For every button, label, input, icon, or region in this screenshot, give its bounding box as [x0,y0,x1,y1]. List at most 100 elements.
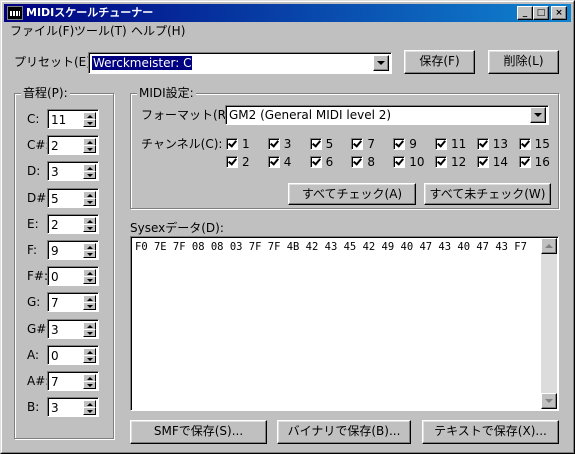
pitch-spinbox[interactable]: 0 [47,344,99,365]
spin-down-icon[interactable] [83,302,96,311]
spin-down-icon[interactable] [83,354,96,363]
format-value: GM2 (General MIDI level 2) [229,108,392,122]
save-text-button[interactable]: テキストで保存(X)... [422,420,559,444]
spin-buttons[interactable] [83,400,96,416]
channel-checkbox[interactable] [226,138,238,150]
pitch-value: 3 [51,165,59,180]
preset-combobox[interactable]: Werckmeister: C [88,52,392,74]
channel-checkbox[interactable] [309,156,322,168]
app-window: MIDIスケールチューナー _ □ × ファイル(F) ツール(T) ヘルプ(H… [0,0,575,454]
close-button[interactable]: × [551,6,567,20]
sysex-scrollbar[interactable] [541,238,557,409]
channel-checkbox[interactable] [518,138,531,150]
chevron-down-icon[interactable] [530,107,546,123]
pitch-note-label: A#: [27,374,50,388]
menu-tools[interactable]: ツール(T) [74,23,127,39]
channel-checkbox[interactable] [267,138,280,150]
spin-down-icon[interactable] [83,171,96,180]
pitch-note-label: A: [27,347,40,362]
channel-label: 4 [283,155,292,169]
spin-down-icon[interactable] [83,197,96,206]
pitch-spinbox[interactable]: 5 [47,187,99,208]
channel-label: 5 [325,137,334,151]
pitch-value: 3 [51,401,59,416]
pitch-value: 11 [51,113,67,127]
channel-checkbox[interactable] [351,138,364,150]
spin-buttons[interactable] [83,347,96,363]
spin-buttons[interactable] [83,112,96,127]
spin-down-icon[interactable] [83,276,96,285]
pitch-spinbox[interactable]: 7 [47,371,99,391]
channel-checkbox[interactable] [267,156,280,168]
preset-selected-value: Werckmeister: C [92,56,193,70]
spin-down-icon[interactable] [83,328,96,337]
pitch-spinbox[interactable]: 11 [47,109,99,129]
channel-checkbox[interactable] [476,156,489,168]
spin-down-icon[interactable] [83,223,96,232]
spin-down-icon[interactable] [83,407,96,416]
channel-label: 14 [492,155,509,169]
spin-buttons[interactable] [83,295,96,311]
uncheck-all-button[interactable]: すべて未チェック(W) [424,183,551,205]
channel-checkbox[interactable] [476,138,489,150]
pitch-note-label: F#: [27,269,48,284]
minimize-button[interactable]: _ [517,6,533,20]
delete-preset-button[interactable]: 削除(L) [488,50,559,74]
save-binary-button[interactable]: バイナリで保存(B)... [277,420,411,444]
spin-buttons[interactable] [83,164,96,180]
channel-label: 11 [451,137,467,151]
channel-checkbox[interactable] [226,156,238,168]
pitch-spinbox[interactable]: 0 [47,266,99,287]
pitch-value: 7 [51,296,59,311]
menu-bar: ファイル(F) ツール(T) ヘルプ(H) [4,22,571,40]
channel-label: 10 [409,155,425,169]
pitch-group-title: 音程(P): [21,86,70,100]
pitch-spinbox[interactable]: 2 [47,135,99,156]
pitch-note-label: C: [27,112,40,126]
spin-buttons[interactable] [83,374,96,389]
channel-label: 12 [451,155,467,169]
spin-buttons[interactable] [83,190,96,206]
chevron-down-icon[interactable] [373,55,389,71]
scroll-up-icon[interactable] [541,238,557,254]
save-smf-button[interactable]: SMFで保存(S)... [130,420,267,444]
pitch-spinbox[interactable]: 3 [47,397,99,418]
scroll-down-icon[interactable] [541,393,557,409]
channel-checkbox[interactable] [351,156,364,168]
sysex-textarea[interactable]: F0 7E 7F 08 08 03 7F 7F 4B 42 43 45 42 4… [130,236,559,411]
spin-down-icon[interactable] [83,381,96,389]
channel-checkbox[interactable] [435,138,447,150]
spin-down-icon[interactable] [83,119,96,127]
menu-file[interactable]: ファイル(F) [10,23,74,39]
format-combobox[interactable]: GM2 (General MIDI level 2) [225,105,549,125]
midi-keyboard-icon[interactable] [7,6,23,20]
spin-buttons[interactable] [83,216,96,232]
pitch-spinbox[interactable]: 2 [47,213,99,234]
spin-down-icon[interactable] [83,250,96,258]
pitch-value: 2 [51,139,59,154]
spin-buttons[interactable] [83,138,96,154]
channel-label: 15 [534,137,550,151]
pitch-spinbox[interactable]: 7 [47,292,99,313]
channel-checkbox[interactable] [518,156,531,168]
pitch-spinbox[interactable]: 3 [47,318,99,339]
pitch-spinbox[interactable]: 9 [47,240,99,260]
channel-label: 7 [367,137,376,151]
spin-buttons[interactable] [83,243,96,258]
spin-buttons[interactable] [83,269,96,285]
channel-checkbox[interactable] [393,156,406,168]
check-all-button[interactable]: すべてチェック(A) [288,183,416,205]
channel-checkbox[interactable] [309,138,322,150]
channel-label: 16 [534,155,550,169]
sysex-label: Sysexデータ(D): [130,221,224,235]
menu-help[interactable]: ヘルプ(H) [131,23,185,39]
pitch-spinbox[interactable]: 3 [47,161,99,182]
maximize-button[interactable]: □ [533,6,549,20]
channel-checkbox[interactable] [435,156,447,168]
channel-checkbox[interactable] [393,138,406,150]
spin-down-icon[interactable] [83,145,96,154]
pitch-value: 3 [51,322,59,337]
save-preset-button[interactable]: 保存(F) [404,50,475,74]
spin-buttons[interactable] [83,321,96,337]
title-bar[interactable]: MIDIスケールチューナー _ □ × [4,4,571,22]
